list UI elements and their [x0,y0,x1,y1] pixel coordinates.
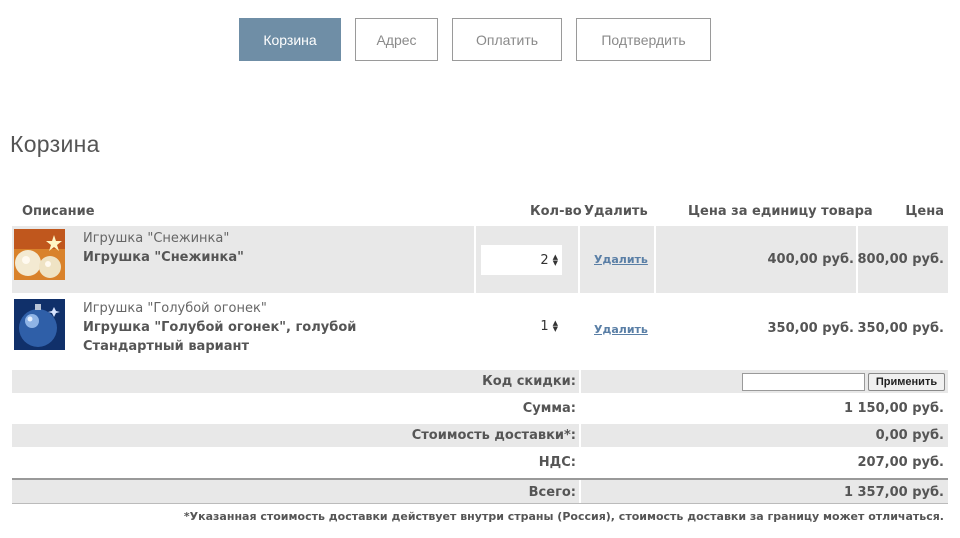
total-row: Всего: 1 357,00 руб. [12,478,948,504]
quantity-stepper[interactable]: 1 ▲ ▼ [481,311,562,341]
remove-item-link[interactable]: Удалить [594,253,648,266]
cart-table: Описание Кол-во Удалить Цена за единицу … [12,200,948,504]
header-remove: Удалить [584,204,648,219]
item-name[interactable]: Игрушка "Снежинка" [83,229,244,248]
spinner-arrows-icon[interactable]: ▲ ▼ [553,320,558,333]
unit-price: 350,00 руб. [767,321,855,336]
item-variant: Стандартный вариант [83,339,250,354]
cell-divider [579,480,581,503]
vat-row: НДС: 207,00 руб. [12,451,948,474]
header-price: Цена [905,204,944,219]
cell-divider [474,226,476,293]
page-title: Корзина [10,131,100,157]
item-title: Игрушка "Голубой огонек", голубой [83,320,357,335]
vat-value: 207,00 руб. [857,455,945,470]
cell-divider [578,226,580,293]
shipping-footnote: *Указанная стоимость доставки действует … [183,510,944,523]
cell-divider [579,424,581,447]
table-row: Игрушка "Снежинка" Игрушка "Снежинка" 2 … [12,226,948,293]
step-address[interactable]: Адрес [355,18,438,61]
table-header: Описание Кол-во Удалить Цена за единицу … [12,200,948,226]
step-payment[interactable]: Оплатить [452,18,562,61]
item-description: Игрушка "Снежинка" Игрушка "Снежинка" [83,229,244,267]
coupon-input[interactable] [742,373,865,391]
header-unit-price: Цена за единицу товара [688,204,873,219]
line-price: 800,00 руб. [857,252,945,267]
subtotal-label: Сумма: [522,401,576,416]
blue-ornament-image[interactable] [14,299,65,350]
shipping-row: Стоимость доставки*: 0,00 руб. [12,424,948,447]
quantity-value: 1 [540,318,549,334]
christmas-balls-image[interactable] [14,229,65,280]
subtotal-row: Сумма: 1 150,00 руб. [12,397,948,420]
quantity-value: 2 [540,252,549,268]
step-cart[interactable]: Корзина [239,18,341,61]
shipping-label: Стоимость доставки*: [411,428,576,443]
spinner-arrows-icon[interactable]: ▲ ▼ [553,254,558,267]
header-qty: Кол-во [530,204,582,219]
cell-divider [579,370,581,393]
coupon-row: Код скидки: Применить [12,370,948,393]
table-row: Игрушка "Голубой огонек" Игрушка "Голубо… [12,295,948,366]
total-value: 1 357,00 руб. [843,485,944,500]
item-description: Игрушка "Голубой огонек" Игрушка "Голубо… [83,299,356,356]
quantity-stepper[interactable]: 2 ▲ ▼ [481,245,562,275]
step-confirm[interactable]: Подтвердить [576,18,711,61]
subtotal-value: 1 150,00 руб. [843,401,944,416]
line-price: 350,00 руб. [857,321,945,336]
total-label: Всего: [528,485,576,500]
apply-coupon-button[interactable]: Применить [868,373,945,391]
coupon-label: Код скидки: [482,374,576,389]
item-name[interactable]: Игрушка "Голубой огонек" [83,299,356,318]
unit-price: 400,00 руб. [767,252,855,267]
vat-label: НДС: [538,455,576,470]
cell-divider [654,226,656,293]
shipping-value: 0,00 руб. [875,428,944,443]
item-title: Игрушка "Снежинка" [83,250,244,265]
header-description: Описание [22,204,95,219]
checkout-steps: Корзина Адрес Оплатить Подтвердить [239,18,711,61]
checkout-page: Корзина Адрес Оплатить Подтвердить Корзи… [0,0,960,538]
remove-item-link[interactable]: Удалить [594,323,648,336]
